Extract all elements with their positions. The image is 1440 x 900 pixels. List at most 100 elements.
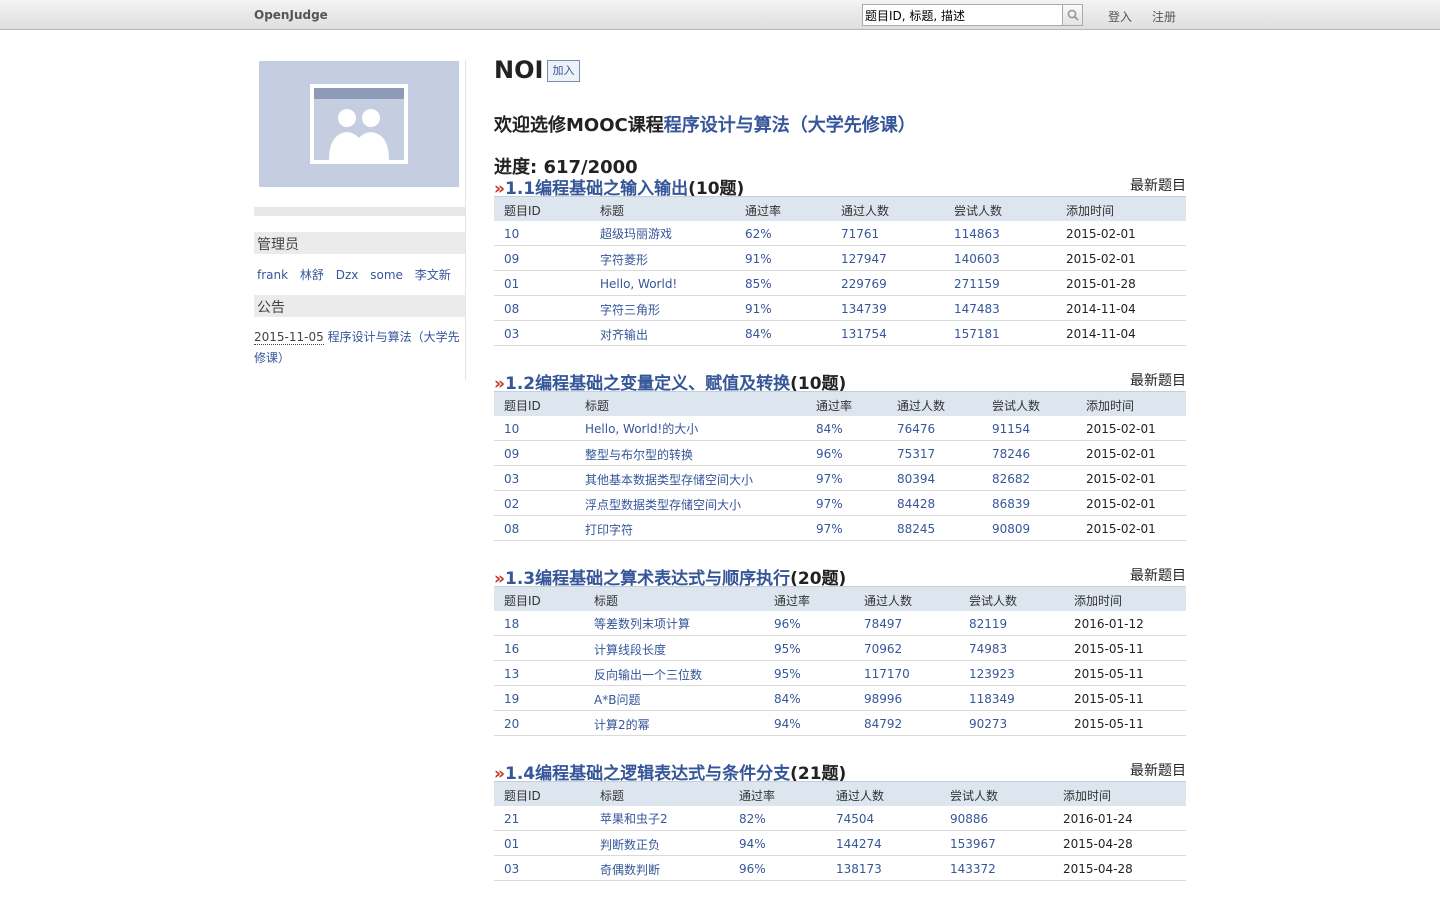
problem-id-cell[interactable]: 08 — [494, 515, 575, 541]
problem-title-cell[interactable]: 超级玛丽游戏 — [590, 220, 735, 246]
latest-problems-link[interactable]: 最新题目 — [1130, 760, 1186, 780]
table-row[interactable]: 08 打印字符 97% 88245 90809 2015-02-01 — [494, 515, 1186, 541]
attempt-count-cell[interactable]: 78246 — [982, 440, 1076, 466]
pass-rate-cell[interactable]: 95% — [764, 660, 854, 686]
problem-id-cell[interactable]: 09 — [494, 245, 590, 271]
brand-link[interactable]: OpenJudge — [254, 8, 328, 22]
problem-title-cell[interactable]: 苹果和虫子2 — [590, 805, 729, 831]
pass-rate-cell[interactable]: 96% — [806, 440, 887, 466]
pass-rate-cell[interactable]: 85% — [735, 270, 831, 296]
table-row[interactable]: 03 其他基本数据类型存储空间大小 97% 80394 82682 2015-02-01 — [494, 465, 1186, 491]
attempt-count-cell[interactable]: 90809 — [982, 515, 1076, 541]
table-row[interactable]: 03 奇偶数判断 96% 138173 143372 2015-04-28 — [494, 855, 1186, 881]
pass-rate-cell[interactable]: 94% — [729, 830, 826, 856]
problem-id-cell[interactable]: 10 — [494, 220, 590, 246]
attempt-count-cell[interactable]: 114863 — [944, 220, 1056, 246]
table-row[interactable]: 10 Hello, World!的大小 84% 76476 91154 2015-02-0… — [494, 415, 1186, 441]
problem-title-cell[interactable]: 计算2的幂 — [584, 710, 764, 736]
problem-id-cell[interactable]: 09 — [494, 440, 575, 466]
table-row[interactable]: 01 Hello, World! 85% 229769 271159 2015-01-28 — [494, 270, 1186, 296]
table-row[interactable]: 03 对齐输出 84% 131754 157181 2014-11-04 — [494, 320, 1186, 346]
pass-rate-cell[interactable]: 84% — [735, 320, 831, 346]
attempt-count-cell[interactable]: 82682 — [982, 465, 1076, 491]
problem-title-cell[interactable]: 其他基本数据类型存储空间大小 — [575, 465, 806, 491]
passed-count-cell[interactable]: 117170 — [854, 660, 959, 686]
course-link[interactable]: 程序设计与算法（大学先修课） — [664, 115, 916, 136]
passed-count-cell[interactable]: 229769 — [831, 270, 944, 296]
attempt-count-cell[interactable]: 74983 — [959, 635, 1064, 661]
problem-title-cell[interactable]: 字符菱形 — [590, 245, 735, 271]
pass-rate-cell[interactable]: 94% — [764, 710, 854, 736]
attempt-count-cell[interactable]: 271159 — [944, 270, 1056, 296]
problem-id-cell[interactable]: 10 — [494, 415, 575, 441]
problem-title-cell[interactable]: 奇偶数判断 — [590, 855, 729, 881]
passed-count-cell[interactable]: 134739 — [831, 295, 944, 321]
pass-rate-cell[interactable]: 91% — [735, 295, 831, 321]
attempt-count-cell[interactable]: 157181 — [944, 320, 1056, 346]
passed-count-cell[interactable]: 98996 — [854, 685, 959, 711]
search-input[interactable] — [862, 4, 1063, 26]
passed-count-cell[interactable]: 138173 — [826, 855, 940, 881]
passed-count-cell[interactable]: 84428 — [887, 490, 982, 516]
table-row[interactable]: 21 苹果和虫子2 82% 74504 90886 2016-01-24 — [494, 805, 1186, 831]
problem-title-cell[interactable]: 对齐输出 — [590, 320, 735, 346]
problem-id-cell[interactable]: 02 — [494, 490, 575, 516]
attempt-count-cell[interactable]: 140603 — [944, 245, 1056, 271]
table-row[interactable]: 18 等差数列末项计算 96% 78497 82119 2016-01-12 — [494, 610, 1186, 636]
register-link[interactable]: 注册 — [1152, 8, 1176, 25]
passed-count-cell[interactable]: 70962 — [854, 635, 959, 661]
passed-count-cell[interactable]: 144274 — [826, 830, 940, 856]
pass-rate-cell[interactable]: 97% — [806, 465, 887, 491]
problem-title-cell[interactable]: 打印字符 — [575, 515, 806, 541]
latest-problems-link[interactable]: 最新题目 — [1130, 565, 1186, 585]
problem-id-cell[interactable]: 03 — [494, 320, 590, 346]
admin-link[interactable]: 李文新 — [415, 268, 451, 282]
latest-problems-link[interactable]: 最新题目 — [1130, 175, 1186, 195]
problem-id-cell[interactable]: 19 — [494, 685, 584, 711]
attempt-count-cell[interactable]: 90886 — [940, 805, 1053, 831]
admin-link[interactable]: some — [370, 268, 403, 282]
admin-link[interactable]: frank — [257, 268, 288, 282]
table-row[interactable]: 16 计算线段长度 95% 70962 74983 2015-05-11 — [494, 635, 1186, 661]
pass-rate-cell[interactable]: 84% — [764, 685, 854, 711]
passed-count-cell[interactable]: 76476 — [887, 415, 982, 441]
passed-count-cell[interactable]: 75317 — [887, 440, 982, 466]
problem-id-cell[interactable]: 03 — [494, 855, 590, 881]
problem-title-cell[interactable]: Hello, World! — [590, 270, 735, 296]
problem-title-cell[interactable]: 反向输出一个三位数 — [584, 660, 764, 686]
attempt-count-cell[interactable]: 147483 — [944, 295, 1056, 321]
join-button[interactable]: 加入 — [547, 60, 580, 82]
problem-id-cell[interactable]: 08 — [494, 295, 590, 321]
problem-id-cell[interactable]: 01 — [494, 830, 590, 856]
login-link[interactable]: 登入 — [1108, 8, 1132, 25]
passed-count-cell[interactable]: 78497 — [854, 610, 959, 636]
passed-count-cell[interactable]: 80394 — [887, 465, 982, 491]
pass-rate-cell[interactable]: 96% — [764, 610, 854, 636]
problem-id-cell[interactable]: 18 — [494, 610, 584, 636]
problem-title-cell[interactable]: 字符三角形 — [590, 295, 735, 321]
problem-title-cell[interactable]: Hello, World!的大小 — [575, 415, 806, 441]
problem-title-cell[interactable]: 整型与布尔型的转换 — [575, 440, 806, 466]
pass-rate-cell[interactable]: 96% — [729, 855, 826, 881]
passed-count-cell[interactable]: 71761 — [831, 220, 944, 246]
attempt-count-cell[interactable]: 82119 — [959, 610, 1064, 636]
problem-id-cell[interactable]: 21 — [494, 805, 590, 831]
attempt-count-cell[interactable]: 90273 — [959, 710, 1064, 736]
table-row[interactable]: 13 反向输出一个三位数 95% 117170 123923 2015-05-11 — [494, 660, 1186, 686]
attempt-count-cell[interactable]: 143372 — [940, 855, 1053, 881]
problem-id-cell[interactable]: 01 — [494, 270, 590, 296]
table-row[interactable]: 02 浮点型数据类型存储空间大小 97% 84428 86839 2015-02-01 — [494, 490, 1186, 516]
problem-title-cell[interactable]: 判断数正负 — [590, 830, 729, 856]
attempt-count-cell[interactable]: 153967 — [940, 830, 1053, 856]
table-row[interactable]: 10 超级玛丽游戏 62% 71761 114863 2015-02-01 — [494, 220, 1186, 246]
problem-title-cell[interactable]: A*B问题 — [584, 685, 764, 711]
problem-title-cell[interactable]: 计算线段长度 — [584, 635, 764, 661]
table-row[interactable]: 20 计算2的幂 94% 84792 90273 2015-05-11 — [494, 710, 1186, 736]
problem-title-cell[interactable]: 浮点型数据类型存储空间大小 — [575, 490, 806, 516]
admin-link[interactable]: 林舒 — [300, 268, 324, 282]
problem-id-cell[interactable]: 16 — [494, 635, 584, 661]
problem-id-cell[interactable]: 03 — [494, 465, 575, 491]
passed-count-cell[interactable]: 127947 — [831, 245, 944, 271]
pass-rate-cell[interactable]: 62% — [735, 220, 831, 246]
latest-problems-link[interactable]: 最新题目 — [1130, 370, 1186, 390]
